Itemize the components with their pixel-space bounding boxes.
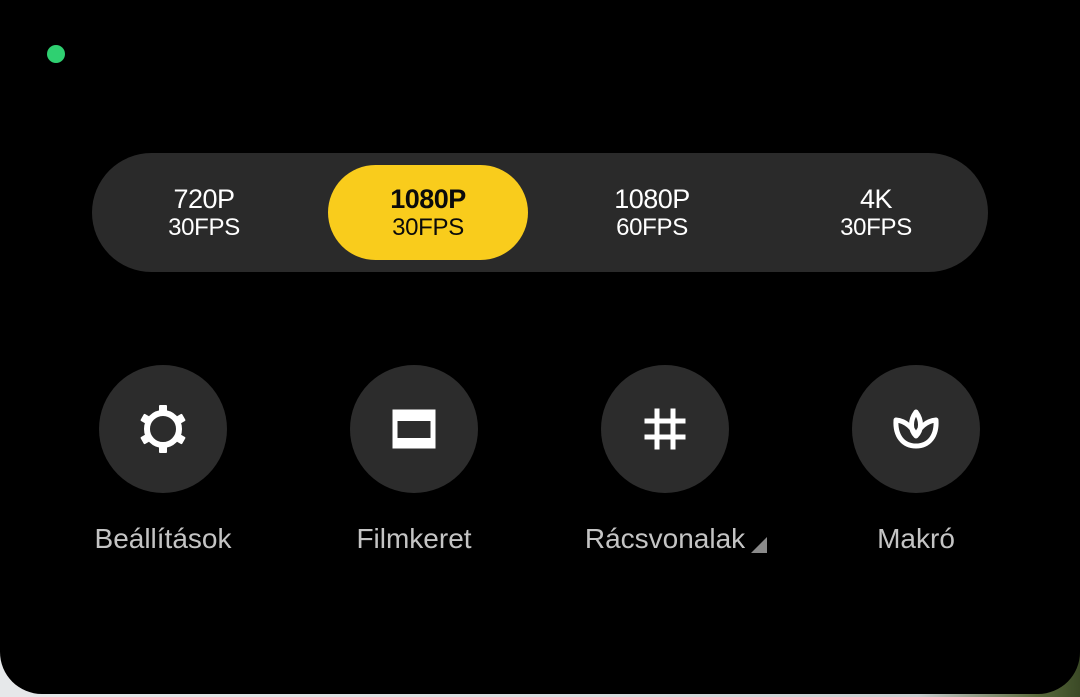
- grid-lines-button[interactable]: Rácsvonalak: [565, 365, 768, 555]
- resolution-label: 1080P: [390, 183, 466, 214]
- resolution-label: 1080P: [614, 183, 690, 214]
- resolution-option-4k-30fps[interactable]: 4K 30FPS: [776, 165, 976, 260]
- settings-button[interactable]: Beállítások: [63, 365, 263, 555]
- settings-label: Beállítások: [94, 523, 232, 554]
- camera-active-indicator: [47, 45, 65, 63]
- fps-label: 30FPS: [840, 213, 912, 241]
- resolution-label: 4K: [859, 183, 893, 214]
- resolution-option-1080p-60fps[interactable]: 1080P 60FPS: [552, 165, 752, 260]
- video-resolution-selector: 720P 30FPS 1080P 30FPS 1080P 60FPS 4K 30…: [92, 153, 988, 272]
- macro-label: Makró: [877, 523, 955, 554]
- fps-label: 60FPS: [616, 213, 688, 241]
- macro-flower-icon: [893, 409, 939, 449]
- grid-icon: [644, 408, 686, 450]
- resolution-option-720p-30fps[interactable]: 720P 30FPS: [104, 165, 304, 260]
- film-frame-label: Filmkeret: [356, 523, 472, 554]
- camera-settings-panel: 720P 30FPS 1080P 30FPS 1080P 60FPS 4K 30…: [0, 0, 1080, 694]
- fps-label: 30FPS: [168, 213, 240, 241]
- frame-icon: [392, 409, 436, 449]
- film-frame-button[interactable]: Filmkeret: [314, 365, 514, 555]
- submenu-corner-icon: [751, 537, 768, 553]
- resolution-option-1080p-30fps[interactable]: 1080P 30FPS: [328, 165, 528, 260]
- macro-button[interactable]: Makró: [816, 365, 1016, 555]
- film-frame-button-circle[interactable]: [350, 365, 478, 493]
- gear-icon: [140, 405, 186, 453]
- settings-button-circle[interactable]: [99, 365, 227, 493]
- grid-lines-label: Rácsvonalak: [584, 523, 768, 555]
- grid-lines-label-text: Rácsvonalak: [584, 523, 746, 554]
- grid-lines-button-circle[interactable]: [601, 365, 729, 493]
- resolution-label: 720P: [173, 183, 235, 214]
- macro-button-circle[interactable]: [852, 365, 980, 493]
- fps-label: 30FPS: [392, 213, 464, 241]
